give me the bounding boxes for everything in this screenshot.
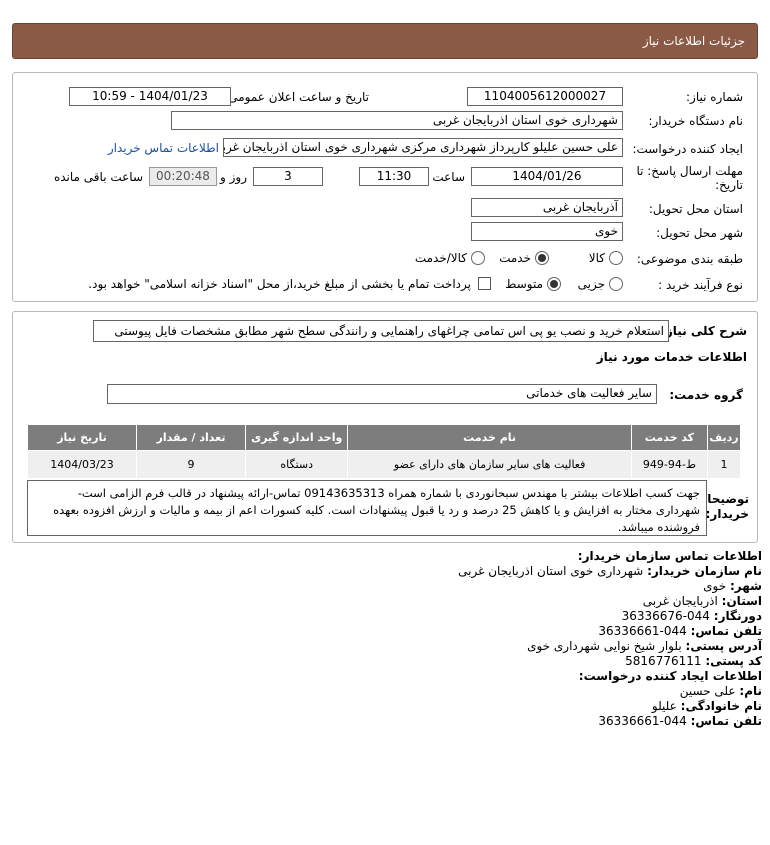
family-label: نام خانوادگی: (680, 699, 762, 713)
deadline-label-1: مهلت ارسال پاسخ: تا (636, 164, 743, 178)
buyer-org-row: نام سازمان خریدار: شهرداری خوی استان اذر… (22, 564, 762, 579)
creator-phone-value: 044-36336661 (598, 714, 687, 728)
overview-label: شرح کلی نیاز: (661, 324, 747, 338)
buyer-phone-row: تلفن تماس: 044-36336661 (22, 624, 762, 639)
cell-unit: دستگاه (244, 450, 349, 479)
org-value: شهرداری خوی استان اذربایجان غربی (458, 564, 644, 578)
postal-value: 5816776111 (625, 654, 702, 668)
contact-city-value: خوی (703, 579, 727, 593)
buyer-org-label: نام دستگاه خریدار: (648, 114, 744, 128)
creator-family-row: نام خانوادگی: علیلو (22, 699, 762, 714)
process-radio-minor[interactable] (609, 277, 623, 291)
cell-name: فعالیت های سایر سازمان های دارای عضو (347, 450, 632, 479)
category-radio-goods-service[interactable] (471, 251, 485, 265)
col-qty: تعداد / مقدار (136, 424, 246, 451)
province-label: استان محل تحویل: (648, 202, 743, 216)
address-label: آدرس پستی: (685, 639, 762, 653)
creator-phone-row: تلفن تماس: 044-36336661 (22, 714, 762, 729)
process-option-medium: متوسط (505, 277, 543, 291)
category-option-service: خدمت (499, 251, 531, 265)
fax-label: دورنگار: (713, 609, 762, 623)
contact-province-value: اذربایجان غربی (642, 594, 718, 608)
buyer-address-row: آدرس پستی: بلوار شیخ نوایی شهرداری خوی (22, 639, 762, 654)
services-table-wrap: ردیف کد خدمت نام خدمت واحد اندازه گیری ت… (26, 424, 741, 479)
page-title: جزئیات اطلاعات نیاز (642, 34, 745, 48)
table-row: 1 ط-94-949 فعالیت های سایر سازمان های دا… (26, 450, 741, 479)
creator-name-row: نام: علی حسین (22, 684, 762, 699)
creator-label: ایجاد کننده درخواست: (632, 142, 743, 156)
cell-code: ط-94-949 (630, 450, 709, 479)
deadline-time-field: 11:30 (359, 167, 429, 186)
service-group-field: سایر فعالیت های خدماتی (107, 384, 657, 404)
category-radio-goods[interactable] (609, 251, 623, 265)
process-radio-medium[interactable] (547, 277, 561, 291)
process-option-minor: جزیی (577, 277, 605, 291)
category-option-goods: کالا (588, 251, 605, 265)
remaining-label: ساعت باقی مانده (53, 170, 143, 184)
address-value: بلوار شیخ نوایی شهرداری خوی (527, 639, 682, 653)
province-field: آذربایجان غربی (471, 198, 623, 217)
service-group-label: گروه خدمت: (669, 388, 743, 402)
cell-row: 1 (707, 450, 741, 479)
buyer-postal-row: کد پستی: 5816776111 (22, 654, 762, 669)
category-label: طبقه بندی موضوعی: (636, 252, 743, 266)
city-field: خوی (471, 222, 623, 241)
contact-province-label: استان: (721, 594, 762, 608)
contact-info: اطلاعات تماس سازمان خریدار: نام سازمان خ… (22, 549, 762, 729)
creator-field: علی حسین علیلو کارپرداز شهرداری مرکزی شه… (223, 138, 623, 157)
buyer-contact-title: اطلاعات تماس سازمان خریدار: (577, 549, 762, 563)
process-label: نوع فرآیند خرید : (658, 278, 743, 292)
details-panel: شماره نیاز: 1104005612000027 تاریخ و ساع… (12, 72, 758, 302)
announce-label: تاریخ و ساعت اعلان عمومی: (224, 90, 369, 104)
buyer-org-field: شهرداری خوی استان اذربایجان غربی (171, 111, 623, 130)
buyer-contact-link[interactable]: اطلاعات تماس خریدار (108, 141, 219, 155)
need-number-field: 1104005612000027 (467, 87, 623, 106)
creator-phone-label: تلفن تماس: (690, 714, 762, 728)
overview-field: استعلام خرید و نصب یو پی اس تمامی چراغها… (93, 320, 669, 342)
buyer-province-row: استان: اذربایجان غربی (22, 594, 762, 609)
services-table: ردیف کد خدمت نام خدمت واحد اندازه گیری ت… (26, 424, 741, 479)
buyer-city-row: شهر: خوی (22, 579, 762, 594)
deadline-label-2: تاریخ: (715, 178, 743, 192)
deadline-time-label: ساعت (432, 170, 465, 184)
services-section-title: اطلاعات خدمات مورد نیاز (596, 350, 747, 364)
col-unit: واحد اندازه گیری (244, 424, 349, 451)
buyer-notes-label: توضیحات خریدار: (695, 492, 749, 522)
col-code: کد خدمت (630, 424, 709, 451)
city-label: شهر محل تحویل: (656, 226, 743, 240)
creator-contact-title: اطلاعات ایجاد کننده درخواست: (578, 669, 762, 683)
category-radio-service[interactable] (535, 251, 549, 265)
need-number-label: شماره نیاز: (686, 90, 743, 104)
name-value: علی حسین (679, 684, 736, 698)
org-label: نام سازمان خریدار: (647, 564, 762, 578)
fax-value: 044-36336676 (621, 609, 710, 623)
contact-city-label: شهر: (730, 579, 762, 593)
remaining-timer: 00:20:48 (149, 167, 217, 186)
col-date: تاریخ نیاز (26, 424, 138, 451)
cell-date: 1404/03/23 (26, 450, 138, 479)
col-row: ردیف (707, 424, 741, 451)
treasury-checkbox[interactable] (478, 277, 491, 290)
buyer-fax-row: دورنگار: 044-36336676 (22, 609, 762, 624)
postal-label: کد پستی: (705, 654, 762, 668)
phone-label: تلفن تماس: (690, 624, 762, 638)
deadline-date-field: 1404/01/26 (471, 167, 623, 186)
category-option-goods-service: کالا/خدمت (414, 251, 467, 265)
page-header: جزئیات اطلاعات نیاز (12, 23, 758, 59)
overview-panel: شرح کلی نیاز: استعلام خرید و نصب یو پی ا… (12, 311, 758, 543)
family-value: علیلو (651, 699, 677, 713)
phone-value: 044-36336661 (598, 624, 687, 638)
col-name: نام خدمت (347, 424, 632, 451)
treasury-note: پرداخت تمام یا بخشی از مبلغ خرید،از محل … (88, 277, 471, 291)
name-label: نام: (739, 684, 762, 698)
days-field: 3 (253, 167, 323, 186)
services-table-header: ردیف کد خدمت نام خدمت واحد اندازه گیری ت… (26, 424, 741, 451)
days-label: روز و (220, 170, 247, 184)
cell-qty: 9 (136, 450, 246, 479)
announce-field: 1404/01/23 - 10:59 (69, 87, 231, 106)
buyer-notes-field: جهت کسب اطلاعات بیشتر با مهندس سبحانوردی… (27, 480, 707, 536)
